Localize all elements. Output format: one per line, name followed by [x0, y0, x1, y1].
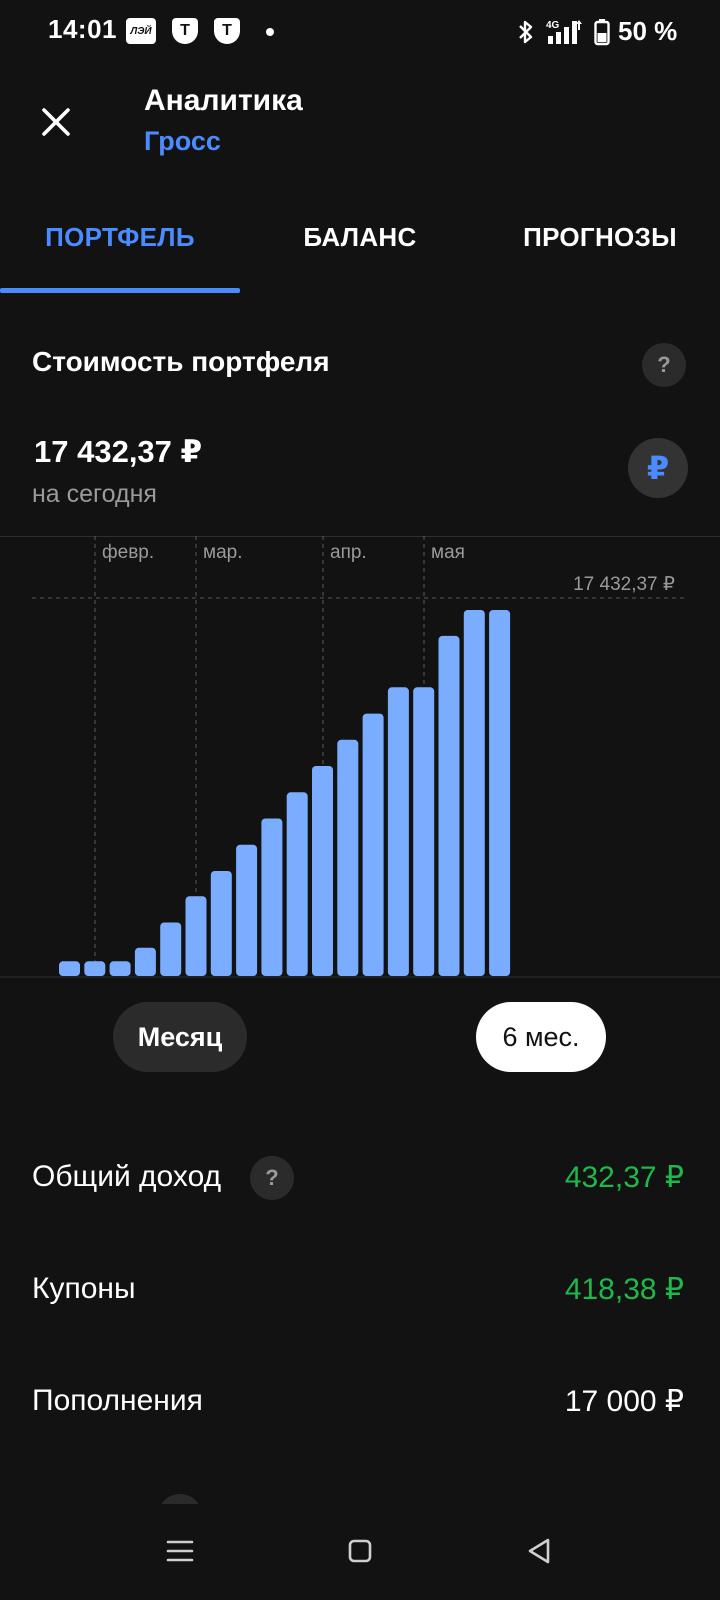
- portfolio-value-note: на сегодня: [32, 480, 157, 508]
- led-app-icon: ЛЭЙ: [126, 18, 156, 44]
- signal-icon: 4G: [546, 18, 590, 46]
- month-label: февр.: [102, 542, 154, 563]
- tab-forecasts[interactable]: ПРОГНОЗЫ: [480, 222, 720, 253]
- total-income-help-button[interactable]: ?: [250, 1156, 294, 1200]
- section-title: Стоимость портфеля: [32, 346, 330, 377]
- status-time: 14:01: [48, 14, 117, 44]
- battery-icon: [594, 18, 610, 46]
- chart-bar: [362, 713, 384, 976]
- home-icon: [348, 1539, 372, 1563]
- coupons-value: 418,38 ₽: [564, 1273, 684, 1306]
- chart-bar: [312, 766, 333, 976]
- currency-toggle-button[interactable]: ₽: [628, 438, 688, 498]
- portfolio-name[interactable]: Гросс: [144, 126, 221, 157]
- chart-bar: [438, 635, 460, 976]
- menu-icon: [166, 1540, 194, 1562]
- cutoff-help-icon: [158, 1494, 202, 1504]
- chart-bar: [463, 610, 485, 976]
- back-button[interactable]: [514, 1526, 564, 1576]
- chart-bar: [210, 871, 232, 976]
- month-label: апр.: [330, 542, 367, 563]
- tab-portfolio[interactable]: ПОРТФЕЛЬ: [0, 222, 240, 253]
- notification-dot-icon: [266, 28, 274, 36]
- tab-bar: ПОРТФЕЛЬ БАЛАНС ПРОГНОЗЫ: [0, 200, 720, 294]
- deposits-label: Пополнения: [32, 1384, 203, 1417]
- close-button[interactable]: [34, 100, 78, 144]
- system-nav-bar: [0, 1504, 720, 1600]
- recent-apps-button[interactable]: [155, 1526, 205, 1576]
- t-app-icon: Т: [172, 18, 198, 44]
- chart-bar: [160, 922, 182, 976]
- total-income-label: Общий доход: [32, 1160, 222, 1193]
- portfolio-value: 17 432,37 ₽: [34, 434, 203, 469]
- chart-svg: февр. мар. апр. мая 17 432,37 ₽: [0, 536, 720, 978]
- tab-balance[interactable]: БАЛАНС: [240, 222, 480, 253]
- network-type-label: 4G: [546, 20, 560, 31]
- month-label: мая: [431, 542, 465, 563]
- chart-bar: [109, 961, 131, 976]
- coupons-label: Купоны: [32, 1272, 136, 1305]
- chart-bar: [185, 896, 207, 976]
- cutoff-row: [0, 1480, 720, 1504]
- chart-bar: [261, 818, 283, 976]
- month-label: мар.: [203, 542, 242, 563]
- page-title: Аналитика: [144, 84, 303, 117]
- total-income-value: 432,37 ₽: [564, 1161, 684, 1194]
- back-icon: [528, 1538, 550, 1564]
- bluetooth-icon: [516, 18, 536, 46]
- help-button[interactable]: ?: [642, 343, 686, 387]
- chart-bar: [489, 610, 511, 976]
- tab-indicator: [0, 288, 240, 293]
- max-value-label: 17 432,37 ₽: [573, 574, 675, 595]
- portfolio-chart[interactable]: февр. мар. апр. мая 17 432,37 ₽: [0, 536, 720, 978]
- chart-bar: [413, 687, 435, 976]
- deposits-value: 17 000 ₽: [564, 1385, 684, 1418]
- home-button[interactable]: [335, 1526, 385, 1576]
- chart-bar: [286, 792, 308, 976]
- t-app-icon-2: Т: [214, 18, 240, 44]
- period-6-months-button[interactable]: 6 мес.: [476, 1002, 606, 1072]
- chart-bar: [236, 844, 258, 976]
- chart-bar: [387, 687, 409, 976]
- chart-bar: [134, 947, 156, 976]
- battery-percent: 50 %: [618, 16, 678, 46]
- period-month-button[interactable]: Месяц: [113, 1002, 247, 1072]
- status-bar: 14:01 ЛЭЙ Т Т 4G 50 %: [0, 0, 720, 64]
- chart-bar: [337, 739, 359, 976]
- chart-bar: [84, 961, 106, 976]
- chart-bar: [59, 961, 80, 976]
- close-icon: [42, 108, 70, 136]
